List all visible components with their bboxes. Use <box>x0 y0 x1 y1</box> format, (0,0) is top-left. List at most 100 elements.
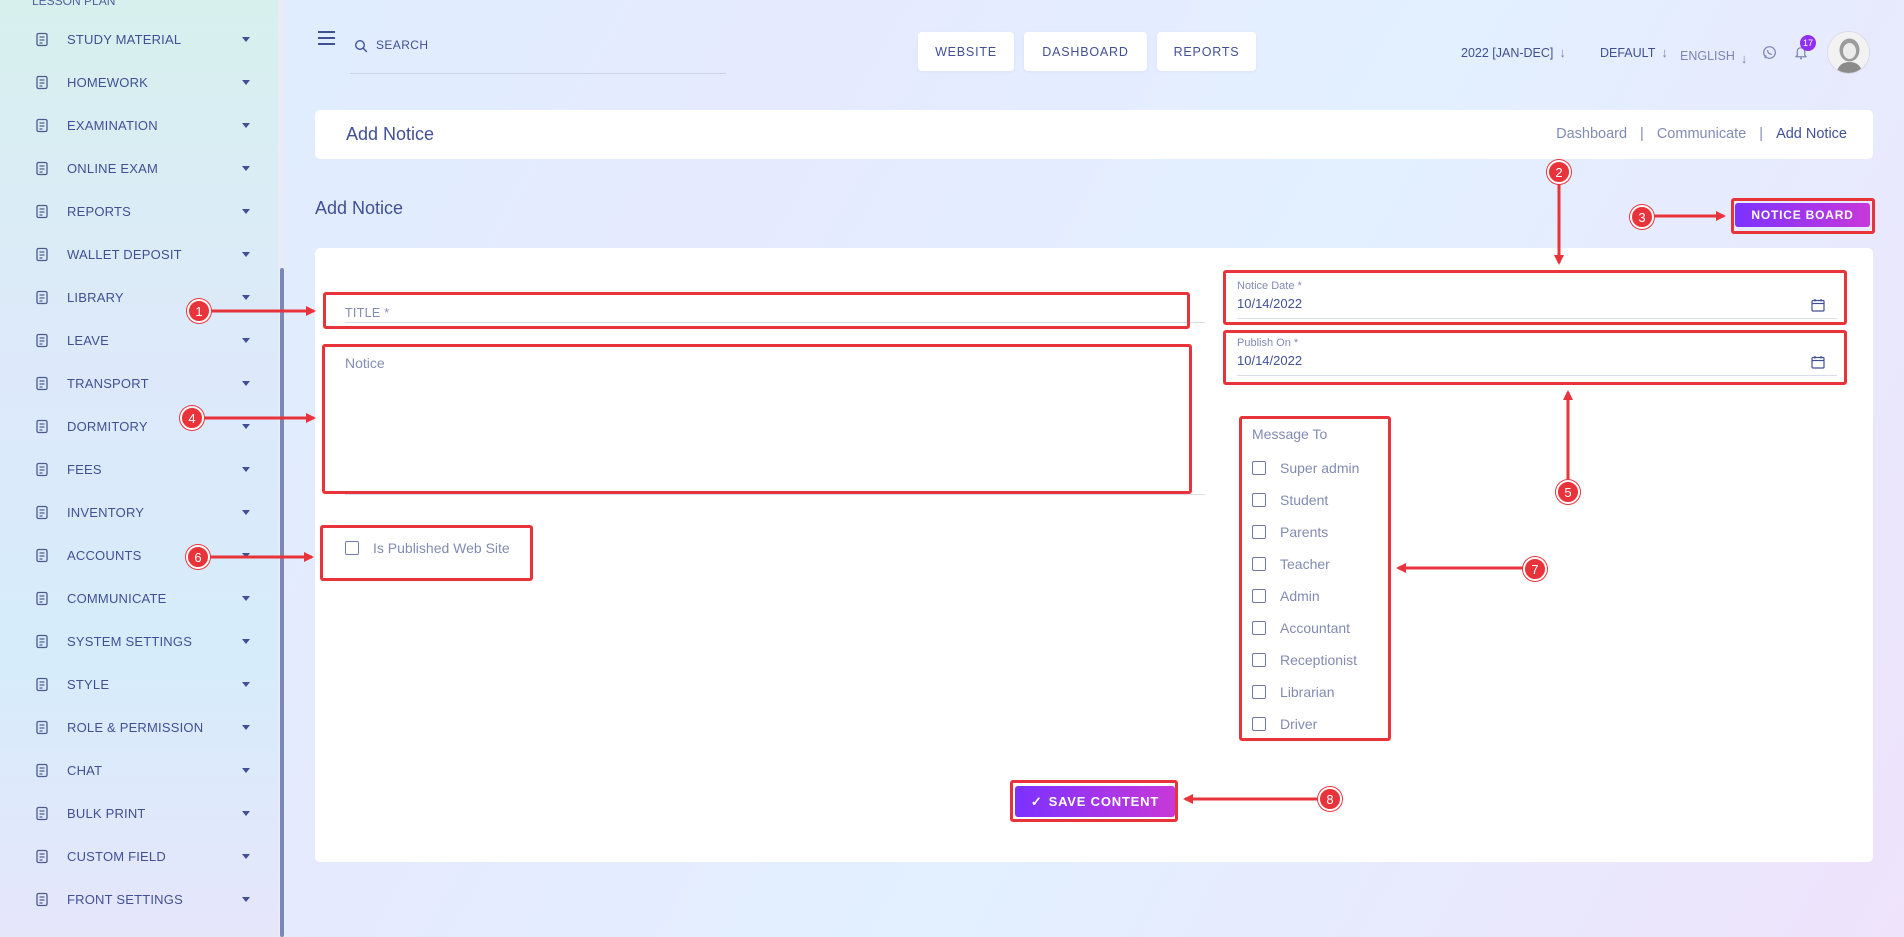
calendar-icon[interactable] <box>1811 355 1825 369</box>
caret-down-icon[interactable] <box>242 553 250 558</box>
notification-count-badge: 17 <box>1800 35 1816 51</box>
message-to-option-parents[interactable]: Parents <box>1252 516 1359 548</box>
caret-down-icon[interactable] <box>242 467 250 472</box>
caret-down-icon[interactable] <box>242 854 250 859</box>
message-to-checkbox[interactable] <box>1252 621 1266 635</box>
sidebar-item-leave[interactable]: LEAVE <box>0 319 270 362</box>
website-button[interactable]: WEBSITE <box>918 32 1014 71</box>
save-content-button[interactable]: ✓ SAVE CONTENT <box>1015 786 1175 817</box>
message-to-option-teacher[interactable]: Teacher <box>1252 548 1359 580</box>
notice-date-field[interactable]: Notice Date * 10/14/2022 <box>1237 280 1842 324</box>
caret-down-icon[interactable] <box>242 166 250 171</box>
sidebar-item-style[interactable]: STYLE <box>0 663 270 706</box>
message-to-checkbox[interactable] <box>1252 685 1266 699</box>
sidebar-item-homework[interactable]: HOMEWORK <box>0 61 270 104</box>
sidebar-item-study-material[interactable]: STUDY MATERIAL <box>0 18 270 61</box>
caret-down-icon[interactable] <box>242 768 250 773</box>
caret-down-icon[interactable] <box>242 510 250 515</box>
notice-board-button[interactable]: NOTICE BOARD <box>1735 203 1870 227</box>
sidebar-item-front-settings[interactable]: FRONT SETTINGS <box>0 878 270 921</box>
caret-down-icon[interactable] <box>242 596 250 601</box>
study-material-icon <box>32 31 52 49</box>
language-select[interactable]: ENGLISH ↓ <box>1680 45 1747 67</box>
published-website-option[interactable]: Is Published Web Site <box>345 540 510 556</box>
sidebar-item-communicate[interactable]: COMMUNICATE <box>0 577 270 620</box>
message-to-checkbox[interactable] <box>1252 717 1266 731</box>
message-to-checkbox[interactable] <box>1252 493 1266 507</box>
sidebar-item-bulk-print[interactable]: BULK PRINT <box>0 792 270 835</box>
sidebar-item-partial[interactable]: LESSON PLAN <box>32 0 115 8</box>
title-input[interactable] <box>345 303 1205 323</box>
sidebar-item-fees[interactable]: FEES <box>0 448 270 491</box>
session-select[interactable]: 2022 [JAN-DEC] ↓ <box>1461 45 1566 60</box>
calendar-icon[interactable] <box>1811 298 1825 312</box>
message-to-checkbox[interactable] <box>1252 653 1266 667</box>
caret-down-icon[interactable] <box>242 295 250 300</box>
caret-down-icon[interactable] <box>242 682 250 687</box>
message-to-option-receptionist[interactable]: Receptionist <box>1252 644 1359 676</box>
sidebar-item-online-exam[interactable]: ONLINE EXAM <box>0 147 270 190</box>
sidebar-item-dormitory[interactable]: DORMITORY <box>0 405 270 448</box>
sidebar-item-examination[interactable]: EXAMINATION <box>0 104 270 147</box>
sidebar-scroll-thumb[interactable] <box>280 268 284 937</box>
reports-button[interactable]: REPORTS <box>1157 32 1256 71</box>
breadcrumb-link-dashboard[interactable]: Dashboard <box>1556 126 1627 142</box>
message-to-option-admin[interactable]: Admin <box>1252 580 1359 612</box>
notice-date-value[interactable]: 10/14/2022 <box>1237 296 1302 311</box>
annotation-badge-4: 4 <box>180 406 204 430</box>
message-to-checkbox[interactable] <box>1252 461 1266 475</box>
message-to-label: Super admin <box>1280 460 1360 476</box>
sidebar-item-custom-field[interactable]: CUSTOM FIELD <box>0 835 270 878</box>
caret-down-icon[interactable] <box>242 639 250 644</box>
caret-down-icon[interactable] <box>242 209 250 214</box>
message-to-checkbox[interactable] <box>1252 525 1266 539</box>
caret-down-icon[interactable] <box>242 811 250 816</box>
caret-down-icon[interactable] <box>242 725 250 730</box>
breadcrumb-link-communicate[interactable]: Communicate <box>1657 126 1746 142</box>
avatar[interactable] <box>1827 31 1870 74</box>
message-to-option-librarian[interactable]: Librarian <box>1252 676 1359 708</box>
notice-textarea[interactable] <box>345 355 1205 495</box>
wallet-icon <box>32 246 52 264</box>
whatsapp-icon[interactable] <box>1762 45 1777 60</box>
message-to-option-driver[interactable]: Driver <box>1252 708 1359 740</box>
sidebar-item-transport[interactable]: TRANSPORT <box>0 362 270 405</box>
sidebar-item-role-permission[interactable]: ROLE & PERMISSION <box>0 706 270 749</box>
caret-down-icon[interactable] <box>242 381 250 386</box>
sidebar-item-library[interactable]: LIBRARY <box>0 276 270 319</box>
dashboard-button[interactable]: DASHBOARD <box>1024 32 1147 71</box>
caret-down-icon[interactable] <box>242 123 250 128</box>
sidebar-item-chat[interactable]: CHAT <box>0 749 270 792</box>
sidebar-item-reports[interactable]: REPORTS <box>0 190 270 233</box>
caret-down-icon[interactable] <box>242 338 250 343</box>
message-to-checkbox[interactable] <box>1252 557 1266 571</box>
caret-down-icon[interactable] <box>242 424 250 429</box>
published-website-checkbox[interactable] <box>345 541 359 555</box>
sidebar-item-label: ROLE & PERMISSION <box>67 720 204 735</box>
notice-date-label: Notice Date * <box>1237 280 1302 292</box>
caret-down-icon[interactable] <box>242 252 250 257</box>
message-to-checkbox[interactable] <box>1252 589 1266 603</box>
menu-toggle-icon[interactable] <box>318 31 335 45</box>
sidebar-item-label: LEAVE <box>67 333 109 348</box>
search-input[interactable] <box>376 34 716 56</box>
caret-down-icon[interactable] <box>242 37 250 42</box>
sidebar-item-wallet-deposit[interactable]: WALLET DEPOSIT <box>0 233 270 276</box>
sidebar-item-label: COMMUNICATE <box>67 591 167 606</box>
sidebar-item-inventory[interactable]: INVENTORY <box>0 491 270 534</box>
message-to-option-student[interactable]: Student <box>1252 484 1359 516</box>
caret-down-icon[interactable] <box>242 897 250 902</box>
sidebar-item-label: FRONT SETTINGS <box>67 892 183 907</box>
publish-on-field[interactable]: Publish On * 10/14/2022 <box>1237 337 1842 381</box>
sidebar-item-system-settings[interactable]: SYSTEM SETTINGS <box>0 620 270 663</box>
sidebar-item-accounts[interactable]: ACCOUNTS <box>0 534 270 577</box>
sidebar-item-label: INVENTORY <box>67 505 145 520</box>
message-to-label: Driver <box>1280 716 1318 732</box>
publish-on-value[interactable]: 10/14/2022 <box>1237 353 1302 368</box>
theme-select[interactable]: DEFAULT ↓ <box>1600 45 1668 60</box>
message-to-option-super-admin[interactable]: Super admin <box>1252 452 1359 484</box>
publish-on-label: Publish On * <box>1237 337 1299 349</box>
message-to-option-accountant[interactable]: Accountant <box>1252 612 1359 644</box>
caret-down-icon[interactable] <box>242 80 250 85</box>
sidebar-item-label: EXAMINATION <box>67 118 158 133</box>
